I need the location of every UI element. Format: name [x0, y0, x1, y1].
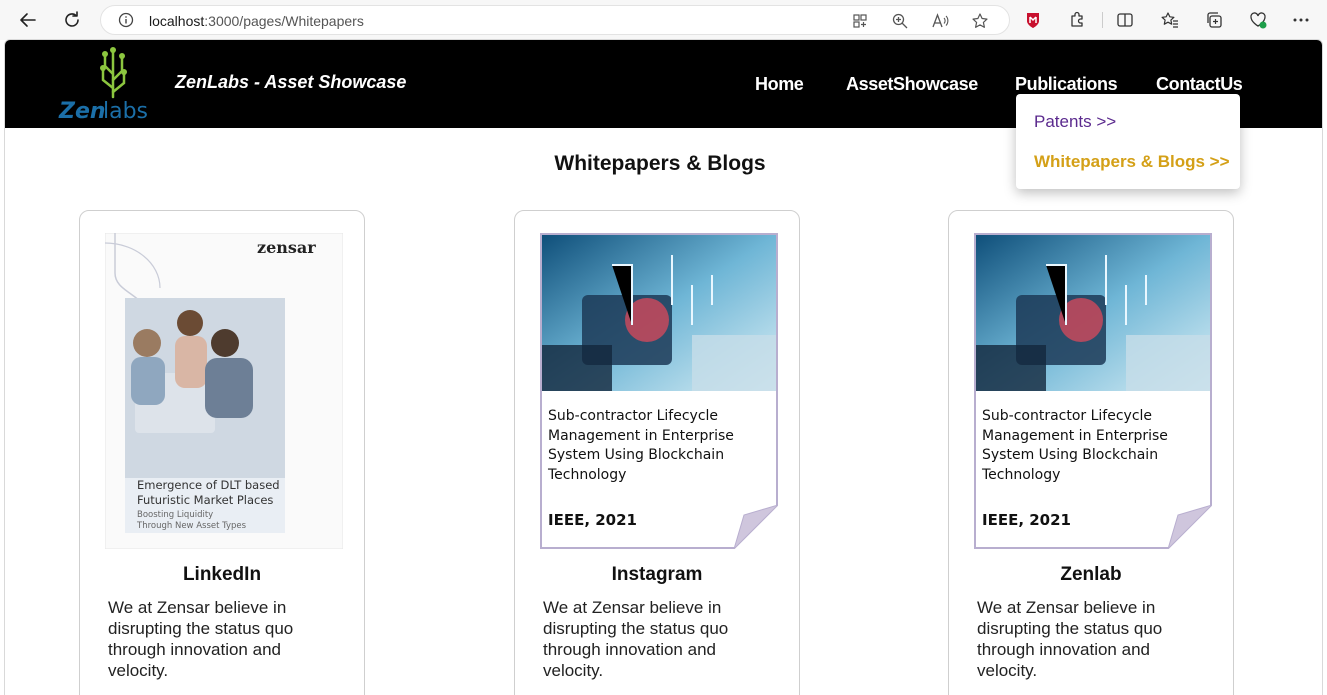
info-icon[interactable]: [118, 12, 134, 28]
health-icon[interactable]: [1248, 10, 1268, 30]
page-curl-icon: [734, 505, 778, 549]
nav-asset-showcase[interactable]: AssetShowcase: [846, 74, 978, 95]
card-title: Zenlab: [1060, 564, 1122, 585]
card-cover-image[interactable]: Emergence of DLT based Futuristic Market…: [104, 232, 344, 550]
card-cover-image[interactable]: Sub-contractor Lifecycle Management in E…: [540, 233, 778, 549]
paper-title: Sub-contractor Lifecycle Management in E…: [982, 408, 1168, 483]
page-curl-icon: [1168, 505, 1212, 549]
card-description: We at Zensar believe in disrupting the s…: [108, 598, 294, 680]
paper-cover: Sub-contractor Lifecycle Management in E…: [974, 233, 1212, 549]
nav-home[interactable]: Home: [755, 74, 804, 95]
star-icon[interactable]: [971, 12, 989, 30]
card-cover-image[interactable]: Sub-contractor Lifecycle Management in E…: [974, 233, 1212, 549]
card-description: We at Zensar believe in disrupting the s…: [543, 598, 729, 680]
shield-icon[interactable]: [1023, 10, 1043, 30]
cover-headline-line1: Emergence of DLT based: [137, 478, 280, 492]
page-viewport: Zen labs ZenLabs - Asset Showcase Home A…: [4, 39, 1323, 695]
zoom-icon[interactable]: [891, 12, 909, 30]
card-title: Instagram: [611, 564, 703, 585]
nav-contact-us[interactable]: ContactUs: [1156, 74, 1243, 95]
collections-icon[interactable]: [1204, 10, 1224, 30]
card-title: LinkedIn: [182, 564, 262, 585]
card-linkedin[interactable]: Emergence of DLT based Futuristic Market…: [79, 210, 365, 695]
extensions-icon[interactable]: [1067, 10, 1087, 30]
favorites-icon[interactable]: [1160, 10, 1180, 30]
back-icon[interactable]: [14, 6, 42, 34]
paper-photo: [976, 235, 1210, 391]
split-screen-icon[interactable]: [1115, 10, 1135, 30]
address-bar[interactable]: localhost:3000/pages/Whitepapers: [100, 5, 1010, 35]
paper-title: Sub-contractor Lifecycle Management in E…: [548, 408, 734, 483]
app-title: ZenLabs - Asset Showcase: [175, 72, 407, 92]
toolbar-divider: [1102, 12, 1103, 28]
cover-subline-line2: Through New Asset Types: [136, 521, 247, 531]
card-zenlab[interactable]: Sub-contractor Lifecycle Management in E…: [948, 210, 1234, 695]
paper-cover: Sub-contractor Lifecycle Management in E…: [540, 233, 778, 549]
cover-headline-line2: Futuristic Market Places: [137, 493, 273, 507]
browser-toolbar: localhost:3000/pages/Whitepapers: [0, 0, 1327, 40]
nav-publications[interactable]: Publications: [1015, 74, 1118, 95]
paper-venue: IEEE, 2021: [548, 511, 637, 529]
cover-subline-line1: Boosting Liquidity: [137, 510, 213, 520]
dropdown-item-patents[interactable]: Patents >>: [1034, 112, 1116, 132]
svg-text:labs: labs: [103, 99, 148, 122]
zenlabs-logo[interactable]: Zen labs: [57, 42, 149, 124]
paper-venue: IEEE, 2021: [982, 511, 1071, 529]
card-instagram[interactable]: Sub-contractor Lifecycle Management in E…: [514, 210, 800, 695]
read-aloud-icon[interactable]: [931, 12, 949, 30]
more-icon[interactable]: [1291, 10, 1311, 30]
grid-icon[interactable]: [851, 12, 869, 30]
refresh-icon[interactable]: [58, 6, 86, 34]
section-heading: Whitepapers & Blogs: [554, 152, 766, 175]
card-description: We at Zensar believe in disrupting the s…: [977, 598, 1163, 680]
cover-brand: zensar: [257, 238, 316, 257]
url-text[interactable]: localhost:3000/pages/Whitepapers: [149, 13, 364, 29]
paper-photo: [542, 235, 776, 391]
svg-text:Zen: Zen: [58, 99, 106, 122]
